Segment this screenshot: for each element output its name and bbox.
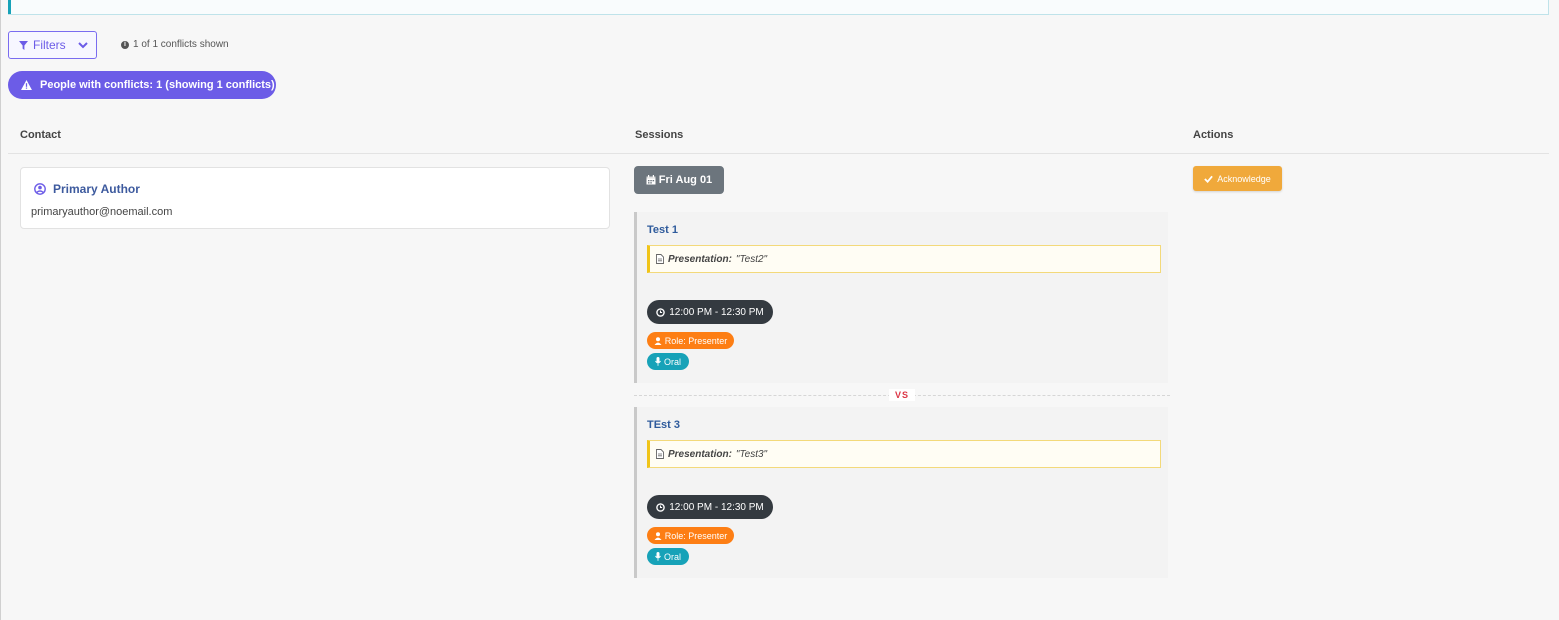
session-title[interactable]: Test 1 xyxy=(647,224,678,236)
file-icon xyxy=(656,254,664,264)
contact-name[interactable]: Primary Author xyxy=(34,182,140,196)
info-icon: i xyxy=(121,40,129,49)
role-text: Role: Presenter xyxy=(664,335,728,346)
contact-email: primaryauthor@noemail.com xyxy=(31,206,173,218)
header-divider xyxy=(8,153,1549,154)
filters-label: Filters xyxy=(33,38,66,52)
top-panel-accent xyxy=(8,0,11,14)
presentation-box: Presentation: "Test3" xyxy=(647,440,1161,468)
column-header-actions: Actions xyxy=(1193,129,1234,141)
top-panel xyxy=(8,0,1549,15)
user-circle-icon xyxy=(34,183,46,195)
type-badge: Oral xyxy=(647,353,689,370)
time-badge: 12:00 PM - 12:30 PM xyxy=(647,495,773,519)
presentation-label: Presentation: xyxy=(668,448,732,460)
microphone-icon xyxy=(655,552,661,561)
warning-icon xyxy=(21,80,32,90)
microphone-icon xyxy=(655,357,661,366)
date-text: Fri Aug 01 xyxy=(658,174,713,186)
file-icon xyxy=(656,449,664,459)
user-icon xyxy=(654,531,662,540)
role-badge: Role: Presenter xyxy=(647,332,734,349)
time-text: 12:00 PM - 12:30 PM xyxy=(669,306,764,318)
presentation-box: Presentation: "Test2" xyxy=(647,245,1161,273)
calendar-icon xyxy=(646,175,656,185)
filter-icon xyxy=(19,40,28,50)
time-badge: 12:00 PM - 12:30 PM xyxy=(647,300,773,324)
type-text: Oral xyxy=(663,356,681,367)
presentation-value: "Test3" xyxy=(735,448,768,460)
conflicts-alert-text: People with conflicts: 1 (showing 1 conf… xyxy=(40,79,275,91)
time-text: 12:00 PM - 12:30 PM xyxy=(669,501,764,513)
conflicts-count: i 1 of 1 conflicts shown xyxy=(121,39,229,50)
chevron-down-icon xyxy=(77,41,88,48)
type-text: Oral xyxy=(663,551,681,562)
presentation-label: Presentation: xyxy=(668,253,732,265)
column-header-sessions: Sessions xyxy=(635,129,684,141)
conflicts-alert-badge: People with conflicts: 1 (showing 1 conf… xyxy=(8,71,276,99)
acknowledge-label: Acknowledge xyxy=(1217,173,1271,184)
page-left-border xyxy=(0,0,1,620)
vs-label: VS xyxy=(889,389,915,401)
contact-name-text: Primary Author xyxy=(53,182,140,196)
session-card: TEst 3 Presentation: "Test3" 12:00 PM - … xyxy=(634,407,1168,578)
role-badge: Role: Presenter xyxy=(647,527,734,544)
conflicts-count-text: 1 of 1 conflicts shown xyxy=(133,39,229,50)
session-card: Test 1 Presentation: "Test2" 12:00 PM - … xyxy=(634,212,1168,383)
type-badge: Oral xyxy=(647,548,689,565)
check-icon xyxy=(1204,175,1214,183)
presentation-value: "Test2" xyxy=(735,253,768,265)
date-badge: Fri Aug 01 xyxy=(634,166,724,194)
session-title[interactable]: TEst 3 xyxy=(647,419,680,431)
contact-card: Primary Author primaryauthor@noemail.com xyxy=(20,167,610,229)
user-icon xyxy=(654,336,662,345)
role-text: Role: Presenter xyxy=(664,530,728,541)
clock-icon xyxy=(656,307,666,317)
acknowledge-button[interactable]: Acknowledge xyxy=(1193,166,1282,191)
column-header-contact: Contact xyxy=(20,129,61,141)
clock-icon xyxy=(656,502,666,512)
filters-button[interactable]: Filters xyxy=(8,31,97,59)
